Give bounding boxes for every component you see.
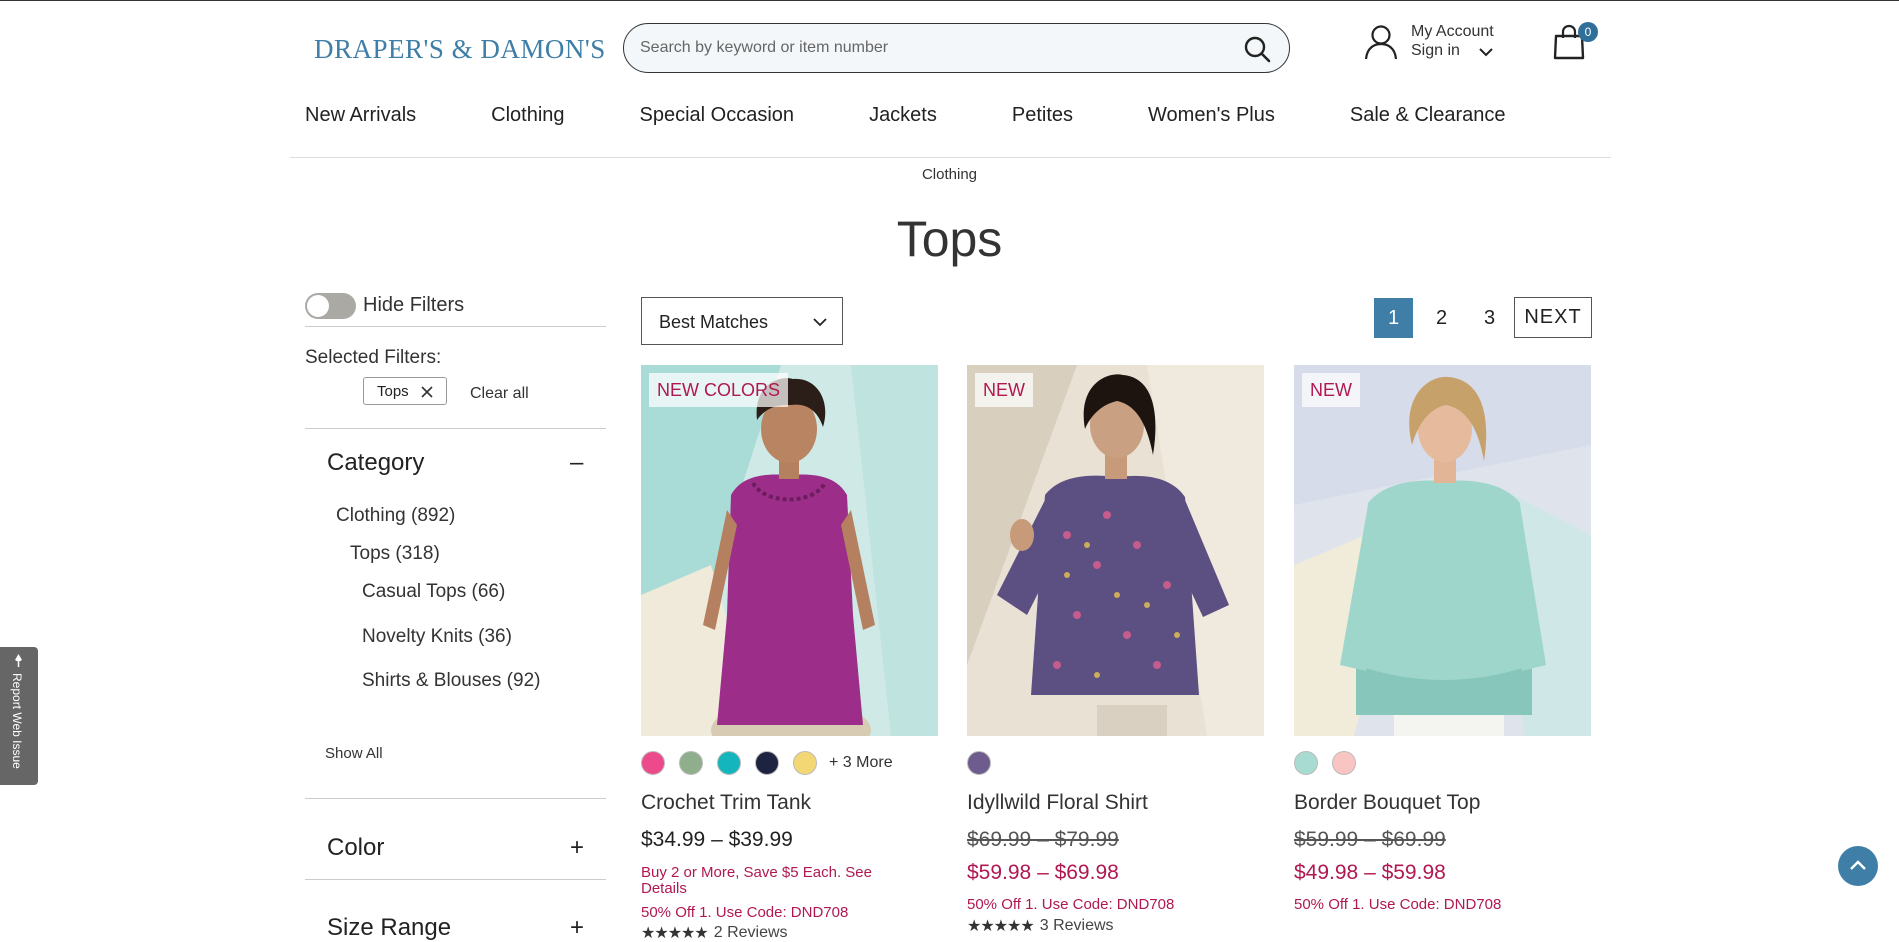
top-border (0, 0, 1899, 1)
sort-dropdown[interactable]: Best Matches (641, 297, 843, 345)
category-item[interactable]: Tops (318) (350, 543, 440, 565)
promo-code: 50% Off 1. Use Code: DND708 (641, 904, 849, 921)
nav-petites[interactable]: Petites (1012, 104, 1073, 130)
selected-filters-label: Selected Filters: (305, 347, 442, 368)
star-rating-icon: ★★★★★ (967, 918, 1035, 935)
report-web-issue-tab[interactable]: Report Web Issue (0, 647, 38, 785)
product-image[interactable]: NEW COLORS (641, 365, 938, 736)
product-image[interactable]: NEW (967, 365, 1264, 736)
chevron-up-icon (1850, 860, 1866, 870)
filter-divider (305, 428, 606, 429)
promo-code: 50% Off 1. Use Code: DND708 (1294, 896, 1502, 913)
product-rating[interactable]: ★★★★★ 3 Reviews (967, 917, 1114, 935)
chevron-down-icon (813, 318, 827, 327)
star-rating-icon: ★★★★★ (641, 925, 709, 942)
brand-logo[interactable]: DRAPER'S & DAMON'S (314, 34, 606, 65)
close-icon[interactable] (420, 385, 434, 399)
search-icon[interactable] (1243, 35, 1271, 63)
chevron-down-icon[interactable] (1478, 44, 1494, 60)
product-rating[interactable]: ★★★★★ 2 Reviews (641, 924, 788, 942)
color-swatch[interactable] (679, 751, 703, 775)
promo-code: 50% Off 1. Use Code: DND708 (967, 896, 1175, 913)
color-swatch[interactable] (967, 751, 991, 775)
filter-divider (305, 326, 606, 327)
collapse-icon[interactable]: – (570, 449, 583, 477)
filter-divider (305, 879, 606, 880)
hide-filters-label[interactable]: Hide Filters (363, 294, 464, 317)
filter-chip-label: Tops (377, 383, 409, 400)
color-swatch[interactable] (755, 751, 779, 775)
main-nav: New Arrivals Clothing Special Occasion J… (305, 104, 1506, 130)
category-item[interactable]: Casual Tops (66) (362, 581, 505, 603)
color-heading[interactable]: Color (327, 834, 384, 862)
original-price: $59.99 – $69.99 (1294, 828, 1446, 851)
expand-icon[interactable]: + (570, 914, 584, 942)
review-count[interactable]: 3 Reviews (1040, 917, 1114, 935)
page-1-button[interactable]: 1 (1374, 298, 1413, 338)
product-name[interactable]: Crochet Trim Tank (641, 791, 811, 815)
user-icon (1364, 25, 1398, 60)
product-name[interactable]: Idyllwild Floral Shirt (967, 791, 1148, 815)
category-item[interactable]: Clothing (892) (336, 505, 455, 527)
color-swatches (1294, 750, 1370, 776)
show-all-link[interactable]: Show All (325, 745, 383, 762)
color-swatches (967, 750, 1005, 776)
report-web-issue-label: Report Web Issue (10, 673, 24, 769)
color-swatch[interactable] (1294, 751, 1318, 775)
product-badge: NEW (1302, 373, 1360, 407)
original-price: $69.99 – $79.99 (967, 828, 1119, 851)
breadcrumb[interactable]: Clothing (0, 166, 1899, 183)
promo-text[interactable]: Buy 2 or More, Save $5 Each. See Details (641, 865, 911, 897)
product-image[interactable]: NEW (1294, 365, 1591, 736)
nav-new-arrivals[interactable]: New Arrivals (305, 104, 416, 130)
filter-divider (305, 798, 606, 799)
color-swatch[interactable] (793, 751, 817, 775)
product-badge: NEW COLORS (649, 373, 789, 407)
category-item[interactable]: Shirts & Blouses (92) (362, 670, 540, 692)
nav-jackets[interactable]: Jackets (869, 104, 937, 130)
toggle-knob (307, 295, 329, 317)
product-name[interactable]: Border Bouquet Top (1294, 791, 1480, 815)
hide-filters-toggle[interactable] (305, 293, 356, 319)
review-count[interactable]: 2 Reviews (714, 924, 788, 942)
category-heading[interactable]: Category (327, 449, 424, 477)
color-swatches: + 3 More (641, 750, 893, 776)
next-page-button[interactable]: NEXT (1514, 297, 1592, 338)
account-menu[interactable]: My Account Sign in (1364, 22, 1514, 64)
nav-sale-clearance[interactable]: Sale & Clearance (1350, 104, 1506, 130)
filter-chip-tops[interactable]: Tops (363, 377, 447, 405)
search-input[interactable] (640, 37, 1200, 59)
color-swatch[interactable] (641, 751, 665, 775)
nav-clothing[interactable]: Clothing (491, 104, 564, 130)
more-colors-link[interactable]: + 3 More (829, 754, 893, 772)
sale-price: $49.98 – $59.98 (1294, 861, 1446, 884)
category-item[interactable]: Novelty Knits (36) (362, 626, 512, 648)
product-price: $34.99 – $39.99 (641, 828, 793, 851)
size-range-heading[interactable]: Size Range (327, 914, 451, 942)
search-bar[interactable] (623, 23, 1290, 73)
product-badge: NEW (975, 373, 1033, 407)
sort-selected-value: Best Matches (659, 312, 769, 332)
nav-womens-plus[interactable]: Women's Plus (1148, 104, 1275, 130)
clear-all-link[interactable]: Clear all (470, 385, 529, 403)
sign-in-link[interactable]: Sign in (1411, 42, 1460, 60)
sale-price: $59.98 – $69.98 (967, 861, 1119, 884)
my-account-label[interactable]: My Account (1411, 23, 1494, 41)
page-title: Tops (896, 211, 1003, 267)
expand-icon[interactable]: + (570, 834, 584, 862)
back-to-top-button[interactable] (1838, 846, 1878, 886)
color-swatch[interactable] (1332, 751, 1356, 775)
cart-button[interactable]: 0 (1552, 22, 1598, 62)
page-3-button[interactable]: 3 (1470, 298, 1509, 338)
nav-special-occasion[interactable]: Special Occasion (640, 104, 795, 130)
color-swatch[interactable] (717, 751, 741, 775)
page-2-button[interactable]: 2 (1422, 298, 1461, 338)
nav-divider (290, 157, 1611, 158)
cart-count-badge: 0 (1578, 22, 1598, 42)
pin-icon (15, 654, 22, 667)
